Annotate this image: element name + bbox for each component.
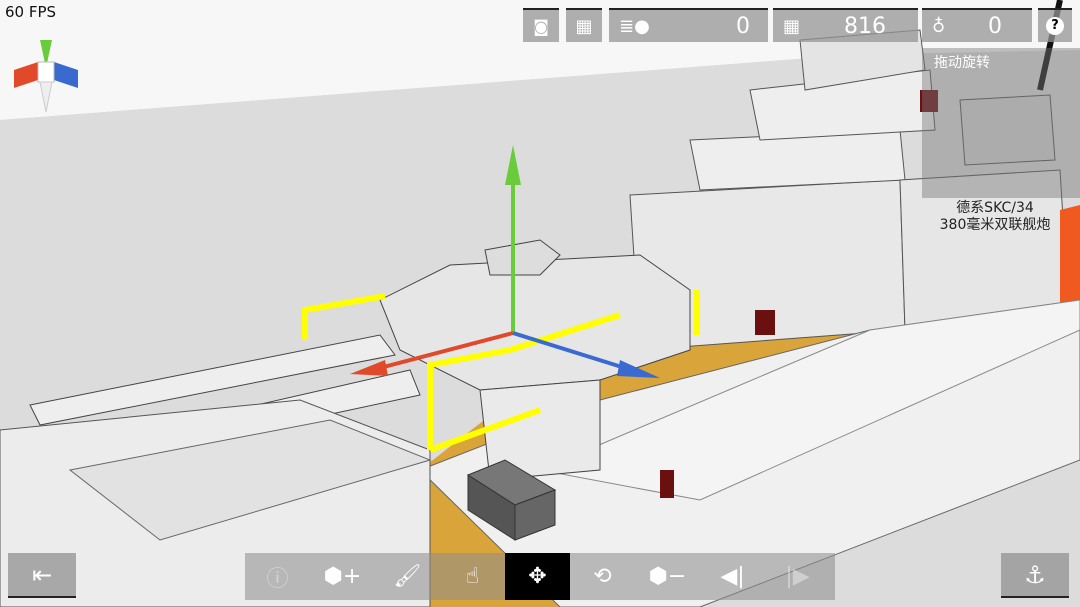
coins-counter: ≣● 0 xyxy=(609,8,768,42)
add-block-icon: ⬢+ xyxy=(323,564,362,589)
rotate-icon: ⟲ xyxy=(593,564,612,589)
paint-roller-icon: 🖌 xyxy=(393,564,422,589)
remove-block-icon: ⬢− xyxy=(648,564,687,589)
camera-icon: ◙ xyxy=(533,16,549,36)
rotate-hint-label: 拖动旋转 xyxy=(934,55,990,71)
move-button[interactable]: ✥ xyxy=(505,553,570,600)
3d-viewport[interactable] xyxy=(0,0,1080,607)
rotate-hint-panel[interactable]: 拖动旋转 xyxy=(922,48,1080,198)
exit-button[interactable]: ⇤ xyxy=(8,553,76,598)
medals-counter: ♁ 0 xyxy=(922,8,1032,42)
move-icon: ✥ xyxy=(528,564,547,589)
redo-button[interactable]: |▶ xyxy=(765,553,830,600)
medal-icon: ♁ xyxy=(932,15,946,37)
part-name-line1: 德系SKC/34 xyxy=(956,200,1034,216)
rotate-button[interactable]: ⟲ xyxy=(570,553,635,600)
blocks-counter: ▦ 816 xyxy=(773,8,918,42)
add-block-button[interactable]: ⬢+ xyxy=(310,553,375,600)
redo-icon: |▶ xyxy=(785,564,810,589)
exit-icon: ⇤ xyxy=(31,560,53,589)
info-icon: ⓘ xyxy=(266,566,289,592)
screenshot-button[interactable]: ◙ xyxy=(523,8,559,42)
grid-button[interactable]: ▦ xyxy=(566,8,602,42)
blocks-icon: ▦ xyxy=(783,15,801,37)
coins-icon: ≣● xyxy=(619,15,650,37)
grid-icon: ▦ xyxy=(575,15,593,37)
tool-bar: ⓘ ⬢+ 🖌 ☝ ✥ ⟲ ⬢− ◀| |▶ xyxy=(245,553,835,600)
hand-icon: ☝ xyxy=(465,564,480,589)
fps-counter: 60 FPS xyxy=(5,3,57,21)
undo-button[interactable]: ◀| xyxy=(700,553,765,600)
paint-button[interactable]: 🖌 xyxy=(375,553,440,600)
help-icon: ? xyxy=(1046,17,1064,35)
help-button[interactable]: ? xyxy=(1038,8,1072,42)
selected-part-label: 德系SKC/34 380毫米双联舰炮 xyxy=(930,200,1060,234)
anchor-icon: ⚓ xyxy=(1024,560,1046,589)
select-button[interactable]: ☝ xyxy=(440,553,505,600)
info-button[interactable]: ⓘ xyxy=(245,553,310,600)
part-name-line2: 380毫米双联舰炮 xyxy=(939,217,1051,233)
undo-icon: ◀| xyxy=(720,564,745,589)
remove-block-button[interactable]: ⬢− xyxy=(635,553,700,600)
anchor-button[interactable]: ⚓ xyxy=(1001,553,1069,598)
